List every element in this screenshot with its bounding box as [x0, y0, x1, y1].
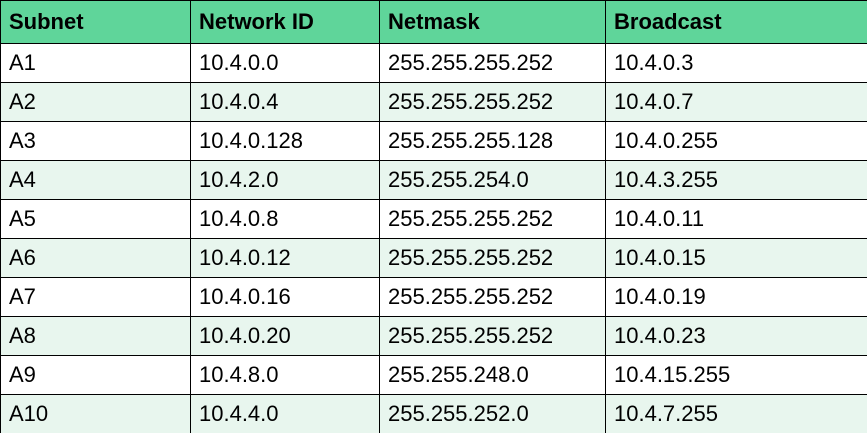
cell-network-id: 10.4.0.20	[190, 316, 380, 356]
table-row: A6 10.4.0.12 255.255.255.252 10.4.0.15	[0, 238, 867, 278]
cell-broadcast: 10.4.0.3	[605, 43, 867, 83]
cell-network-id: 10.4.8.0	[190, 355, 380, 395]
cell-network-id: 10.4.4.0	[190, 394, 380, 433]
cell-subnet: A1	[0, 43, 191, 83]
cell-subnet: A9	[0, 355, 191, 395]
cell-subnet: A7	[0, 277, 191, 317]
table-row: A1 10.4.0.0 255.255.255.252 10.4.0.3	[0, 43, 867, 83]
cell-netmask: 255.255.254.0	[379, 160, 606, 200]
table-header: Subnet Network ID Netmask Broadcast	[0, 0, 867, 44]
cell-network-id: 10.4.0.128	[190, 121, 380, 161]
cell-network-id: 10.4.0.0	[190, 43, 380, 83]
header-network-id: Network ID	[190, 0, 380, 44]
cell-network-id: 10.4.2.0	[190, 160, 380, 200]
header-netmask: Netmask	[379, 0, 606, 44]
table-row: A3 10.4.0.128 255.255.255.128 10.4.0.255	[0, 121, 867, 161]
cell-broadcast: 10.4.0.255	[605, 121, 867, 161]
cell-broadcast: 10.4.0.23	[605, 316, 867, 356]
cell-broadcast: 10.4.15.255	[605, 355, 867, 395]
header-broadcast: Broadcast	[605, 0, 867, 44]
table-row: A10 10.4.4.0 255.255.252.0 10.4.7.255	[0, 394, 867, 433]
cell-netmask: 255.255.255.252	[379, 238, 606, 278]
table-row: A9 10.4.8.0 255.255.248.0 10.4.15.255	[0, 355, 867, 395]
cell-broadcast: 10.4.0.7	[605, 82, 867, 122]
cell-netmask: 255.255.252.0	[379, 394, 606, 433]
cell-subnet: A4	[0, 160, 191, 200]
table-row: A7 10.4.0.16 255.255.255.252 10.4.0.19	[0, 277, 867, 317]
cell-broadcast: 10.4.0.19	[605, 277, 867, 317]
cell-subnet: A8	[0, 316, 191, 356]
cell-subnet: A6	[0, 238, 191, 278]
cell-subnet: A5	[0, 199, 191, 239]
cell-broadcast: 10.4.3.255	[605, 160, 867, 200]
cell-subnet: A10	[0, 394, 191, 433]
cell-netmask: 255.255.255.252	[379, 82, 606, 122]
table-row: A4 10.4.2.0 255.255.254.0 10.4.3.255	[0, 160, 867, 200]
cell-broadcast: 10.4.0.11	[605, 199, 867, 239]
cell-network-id: 10.4.0.4	[190, 82, 380, 122]
subnet-table: Subnet Network ID Netmask Broadcast A1 1…	[0, 0, 867, 433]
cell-network-id: 10.4.0.8	[190, 199, 380, 239]
cell-broadcast: 10.4.0.15	[605, 238, 867, 278]
cell-subnet: A3	[0, 121, 191, 161]
table-row: A8 10.4.0.20 255.255.255.252 10.4.0.23	[0, 316, 867, 356]
cell-netmask: 255.255.255.252	[379, 316, 606, 356]
cell-broadcast: 10.4.7.255	[605, 394, 867, 433]
cell-netmask: 255.255.248.0	[379, 355, 606, 395]
table-row: A2 10.4.0.4 255.255.255.252 10.4.0.7	[0, 82, 867, 122]
cell-subnet: A2	[0, 82, 191, 122]
cell-netmask: 255.255.255.252	[379, 43, 606, 83]
cell-network-id: 10.4.0.16	[190, 277, 380, 317]
cell-netmask: 255.255.255.128	[379, 121, 606, 161]
cell-netmask: 255.255.255.252	[379, 199, 606, 239]
header-row: Subnet Network ID Netmask Broadcast	[0, 0, 867, 44]
cell-netmask: 255.255.255.252	[379, 277, 606, 317]
table-body: A1 10.4.0.0 255.255.255.252 10.4.0.3 A2 …	[0, 43, 867, 433]
table-row: A5 10.4.0.8 255.255.255.252 10.4.0.11	[0, 199, 867, 239]
cell-network-id: 10.4.0.12	[190, 238, 380, 278]
header-subnet: Subnet	[0, 0, 191, 44]
